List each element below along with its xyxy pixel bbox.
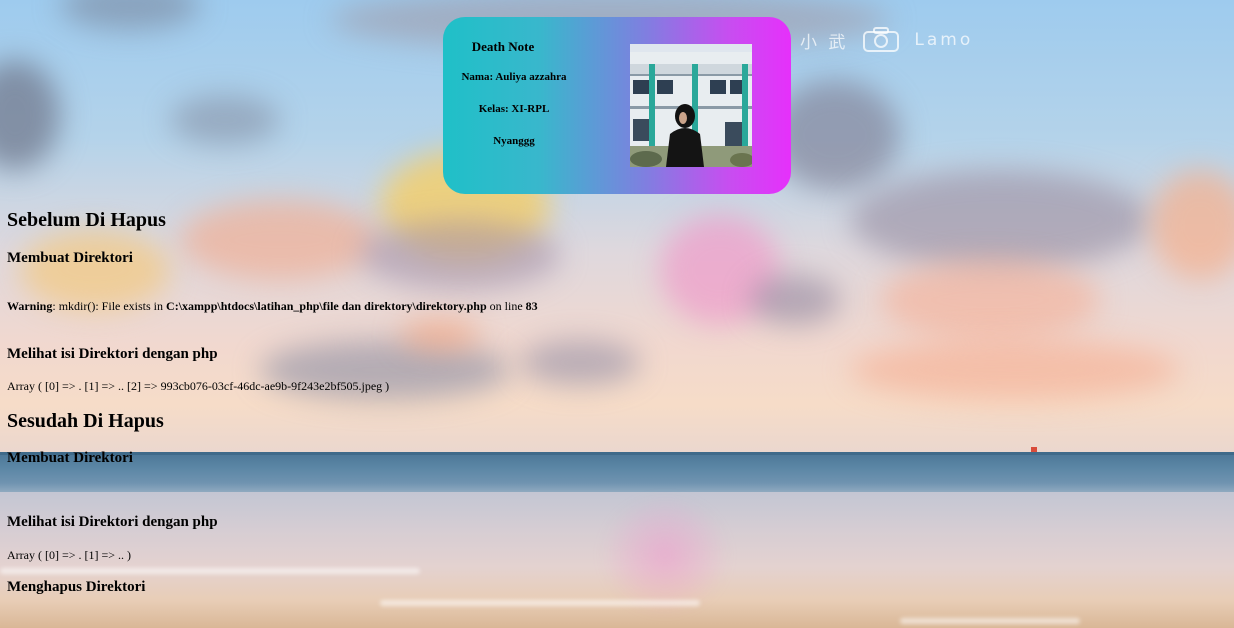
profile-card: Death Note Nama: Auliya azzahra Kelas: X… [443, 17, 791, 194]
wave-foam [380, 600, 700, 606]
camera-watermark: 小 武 Lamo [800, 27, 973, 53]
wave-foam [0, 568, 420, 574]
watermark-left-text: 小 武 [800, 32, 849, 53]
card-name: Nama: Auliya azzahra [461, 71, 567, 83]
cloud [750, 275, 840, 325]
heading-view-directory: Melihat isi Direktori dengan php [7, 514, 218, 530]
warning-line-number: 83 [525, 299, 538, 313]
warning-on-line: on line [486, 299, 526, 313]
card-note: Nyanggg [493, 135, 535, 147]
card-title: Death Note [471, 39, 535, 54]
cloud [520, 340, 640, 385]
heading-create-directory: Membuat Direktori [7, 250, 133, 266]
heading-create-directory: Membuat Direktori [7, 450, 133, 466]
cloud [400, 320, 480, 350]
cloud [20, 230, 170, 310]
horizon-line [0, 452, 1234, 455]
flag-marker [1031, 447, 1037, 452]
heading-before-delete: Sebelum Di Hapus [7, 209, 166, 231]
array-output: Array ( [0] => . [1] => .. [2] => 993cb0… [7, 379, 390, 393]
warning-message: : mkdir(): File exists in [52, 299, 167, 313]
cloud [170, 95, 280, 145]
cloud [180, 200, 380, 280]
camera-icon [863, 27, 900, 52]
heading-delete-directory: Menghapus Direktori [7, 579, 146, 595]
profile-photo-image [630, 44, 752, 167]
sea [0, 452, 1234, 496]
heading-view-directory: Melihat isi Direktori dengan php [7, 346, 218, 362]
card-class: Kelas: XI-RPL [478, 103, 550, 115]
cloud [360, 220, 560, 290]
wave-foam [900, 618, 1080, 624]
profile-photo [630, 44, 752, 167]
sunset-reflection [600, 495, 730, 615]
cloud [850, 170, 1150, 270]
warning-path: C:\xampp\htdocs\latihan_php\file dan dir… [166, 299, 487, 313]
heading-after-delete: Sesudah Di Hapus [7, 410, 164, 432]
cloud [850, 340, 1180, 400]
warning-label: Warning [7, 299, 53, 313]
watermark-right-text: Lamo [914, 30, 974, 50]
array-output: Array ( [0] => . [1] => .. ) [7, 548, 132, 562]
php-warning: Warning: mkdir(): File exists in C:\xamp… [7, 299, 538, 314]
cloud [880, 260, 1100, 340]
